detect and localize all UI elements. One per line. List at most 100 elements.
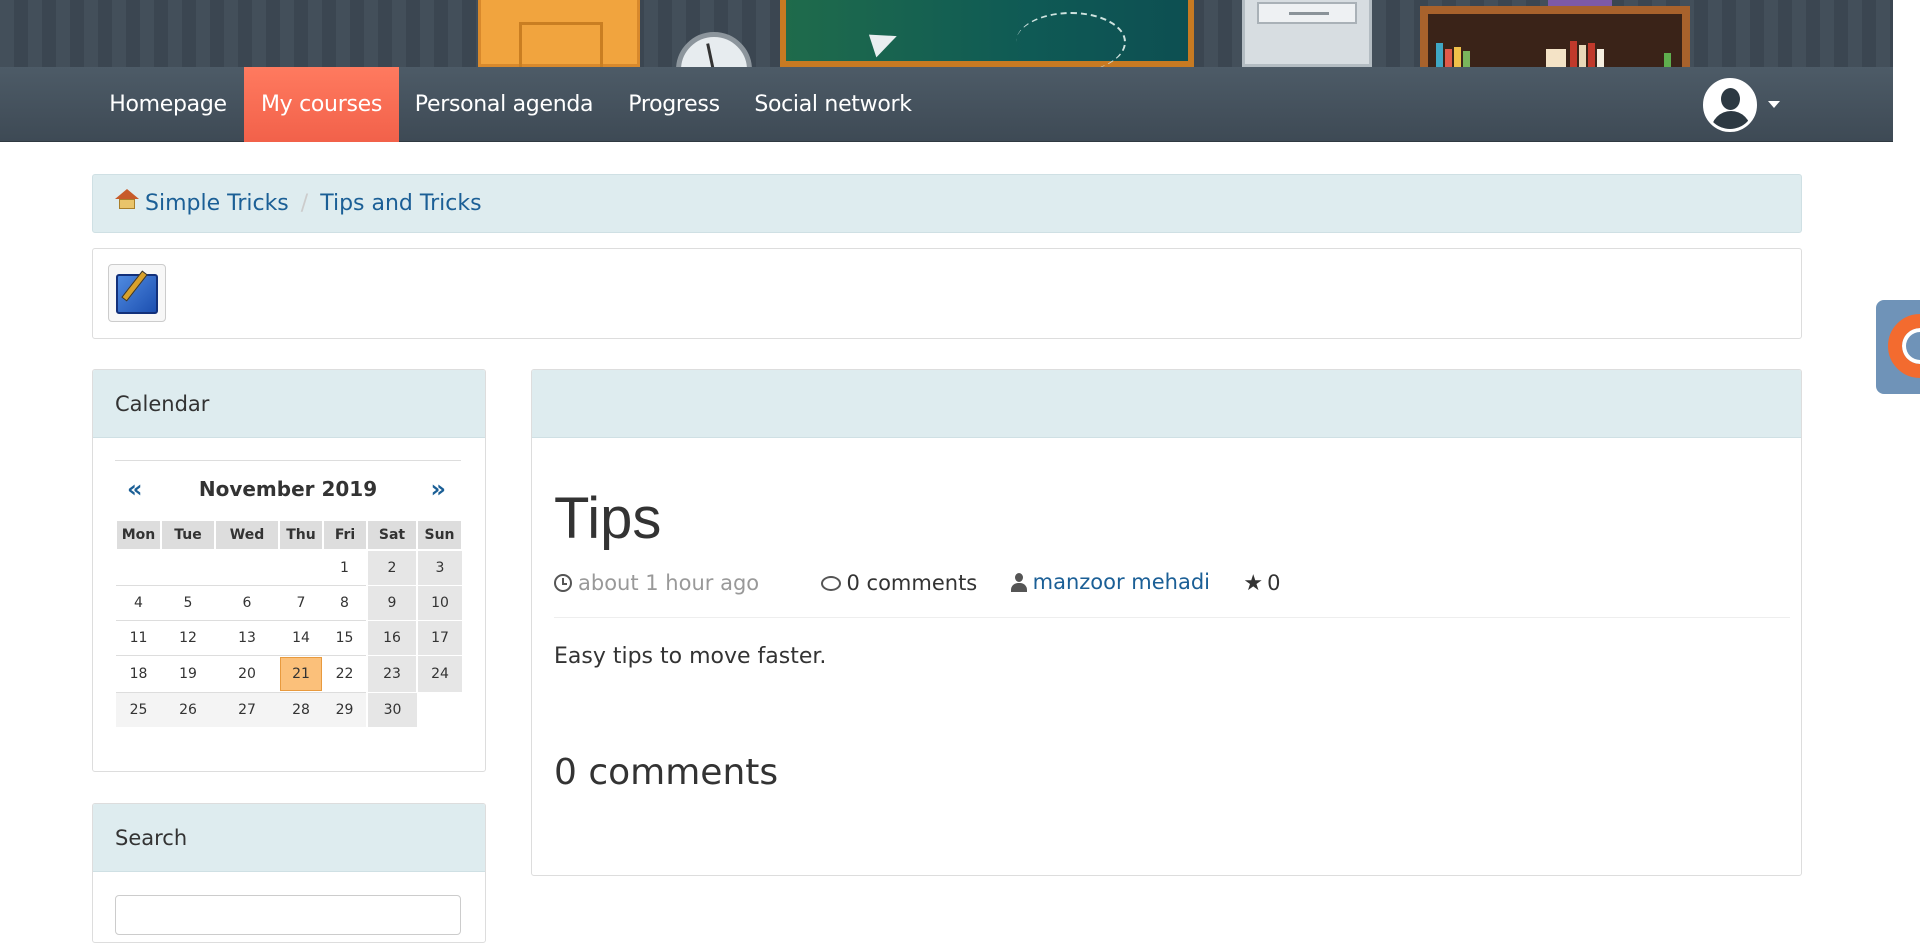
new-article-button[interactable] [108, 264, 166, 322]
calendar-day[interactable]: 26 [161, 692, 215, 727]
nav-social-network[interactable]: Social network [748, 67, 918, 142]
calendar-day-cell[interactable]: 17 [431, 630, 449, 646]
search-panel-title: Search [93, 804, 485, 872]
calendar-day[interactable]: 18 [116, 655, 161, 693]
calendar-day-cell[interactable]: 19 [179, 666, 197, 682]
calendar-day-cell[interactable]: 9 [388, 595, 397, 611]
calendar-day[interactable]: 1 [323, 550, 367, 586]
calendar-day-cell[interactable]: 14 [292, 630, 310, 646]
calendar-day[interactable]: 8 [323, 585, 367, 621]
user-menu-caret-icon[interactable] [1768, 101, 1780, 108]
calendar-day[interactable]: 30 [366, 692, 417, 727]
clock-icon [554, 574, 572, 592]
star-icon: ★ [1243, 570, 1264, 596]
calendar-day-cell[interactable]: 20 [238, 666, 256, 682]
calendar-nav: « November 2019 » [115, 461, 461, 519]
actions-toolbar [92, 248, 1802, 339]
calendar-panel: Calendar « November 2019 » Mon Tue Wed Thu F… [92, 369, 486, 772]
mini-calendar: « November 2019 » Mon Tue Wed Thu Fri Sat Sun … [115, 460, 463, 727]
calendar-day-cell[interactable]: 18 [130, 666, 148, 682]
calendar-day[interactable]: 14 [279, 620, 323, 656]
breadcrumb-separator: / [300, 191, 309, 216]
calendar-weekday-header: Mon [115, 519, 162, 551]
comment-icon [820, 575, 841, 591]
calendar-day-cell[interactable]: 2 [388, 560, 397, 576]
banner-clock-illustration [676, 32, 752, 67]
calendar-day-cell[interactable]: 8 [340, 595, 349, 611]
calendar-day-cell[interactable]: 3 [436, 560, 445, 576]
calendar-weekday-header: Thu [278, 519, 324, 551]
calendar-day-cell[interactable]: 22 [336, 666, 354, 682]
calendar-next-month-button[interactable]: » [430, 475, 446, 503]
breadcrumb-blog-link[interactable]: Tips and Tricks [320, 191, 481, 216]
calendar-day[interactable]: 19 [161, 655, 215, 693]
calendar-day-cell[interactable]: 12 [179, 630, 197, 646]
calendar-day[interactable]: 25 [116, 692, 161, 727]
calendar-today-cell[interactable]: 21 [280, 656, 322, 691]
calendar-day-cell[interactable]: 11 [130, 630, 148, 646]
calendar-day-cell[interactable]: 30 [384, 702, 402, 718]
calendar-day[interactable]: 3 [416, 550, 462, 586]
calendar-day[interactable]: 4 [116, 585, 161, 621]
calendar-day-cell[interactable]: 23 [383, 666, 401, 682]
calendar-day-cell[interactable]: 4 [134, 595, 143, 611]
calendar-day[interactable]: 15 [323, 620, 367, 656]
calendar-weekday-header: Sun [416, 519, 463, 551]
calendar-empty-cell [279, 550, 323, 586]
calendar-day[interactable]: 21 [279, 655, 323, 693]
calendar-day[interactable]: 23 [366, 655, 417, 693]
user-avatar[interactable] [1703, 78, 1757, 132]
calendar-day-cell[interactable]: 16 [383, 630, 401, 646]
post-rating: 0 [1267, 571, 1281, 595]
calendar-week-row: 1 2 3 [116, 550, 462, 586]
calendar-day[interactable]: 9 [366, 585, 417, 621]
post-title: Tips [554, 486, 662, 551]
calendar-day[interactable]: 10 [416, 585, 462, 621]
calendar-day[interactable]: 7 [279, 585, 323, 621]
post-meta: about 1 hour ago 0 comments manzoor meha… [554, 570, 1281, 596]
post-comments-count: 0 comments [846, 571, 978, 595]
home-icon[interactable] [115, 189, 139, 211]
post-divider [554, 617, 1790, 618]
calendar-day-cell[interactable]: 1 [340, 560, 349, 576]
nav-personal-agenda[interactable]: Personal agenda [404, 67, 604, 142]
calendar-day-cell[interactable]: 24 [431, 666, 449, 682]
banner-door-illustration [478, 0, 640, 67]
header-banner [0, 0, 1893, 67]
nav-homepage[interactable]: Homepage [98, 67, 238, 142]
search-input[interactable] [115, 895, 461, 935]
calendar-day[interactable]: 2 [366, 550, 417, 586]
calendar-day-cell[interactable]: 26 [179, 702, 197, 718]
calendar-day-cell[interactable]: 29 [336, 702, 354, 718]
calendar-day-cell[interactable]: 6 [243, 595, 252, 611]
help-tab[interactable] [1876, 300, 1920, 394]
calendar-weekday-header: Sat [366, 519, 418, 551]
calendar-day[interactable]: 13 [215, 620, 279, 656]
post-author-link[interactable]: manzoor mehadi [1033, 570, 1210, 594]
calendar-day-cell[interactable]: 7 [297, 595, 306, 611]
nav-progress[interactable]: Progress [612, 67, 736, 142]
calendar-day-cell[interactable]: 25 [130, 702, 148, 718]
breadcrumb-course-link[interactable]: Simple Tricks [145, 191, 289, 216]
calendar-day[interactable]: 24 [416, 655, 462, 693]
calendar-day[interactable]: 12 [161, 620, 215, 656]
calendar-day[interactable]: 17 [416, 620, 462, 656]
calendar-day[interactable]: 20 [215, 655, 279, 693]
calendar-day[interactable]: 6 [215, 585, 279, 621]
calendar-day[interactable]: 28 [279, 692, 323, 727]
calendar-day[interactable]: 27 [215, 692, 279, 727]
calendar-weekday-header: Wed [214, 519, 280, 551]
calendar-week-row: 25 26 27 28 29 30 [116, 692, 462, 727]
calendar-day-cell[interactable]: 5 [184, 595, 193, 611]
calendar-day[interactable]: 5 [161, 585, 215, 621]
calendar-day-cell[interactable]: 27 [238, 702, 256, 718]
calendar-day[interactable]: 29 [323, 692, 367, 727]
calendar-day[interactable]: 22 [323, 655, 367, 693]
calendar-day-cell[interactable]: 28 [292, 702, 310, 718]
nav-my-courses[interactable]: My courses [244, 67, 399, 142]
calendar-day[interactable]: 16 [366, 620, 417, 656]
calendar-day-cell[interactable]: 15 [336, 630, 354, 646]
calendar-day[interactable]: 11 [116, 620, 161, 656]
calendar-day-cell[interactable]: 13 [238, 630, 256, 646]
calendar-day-cell[interactable]: 10 [431, 595, 449, 611]
